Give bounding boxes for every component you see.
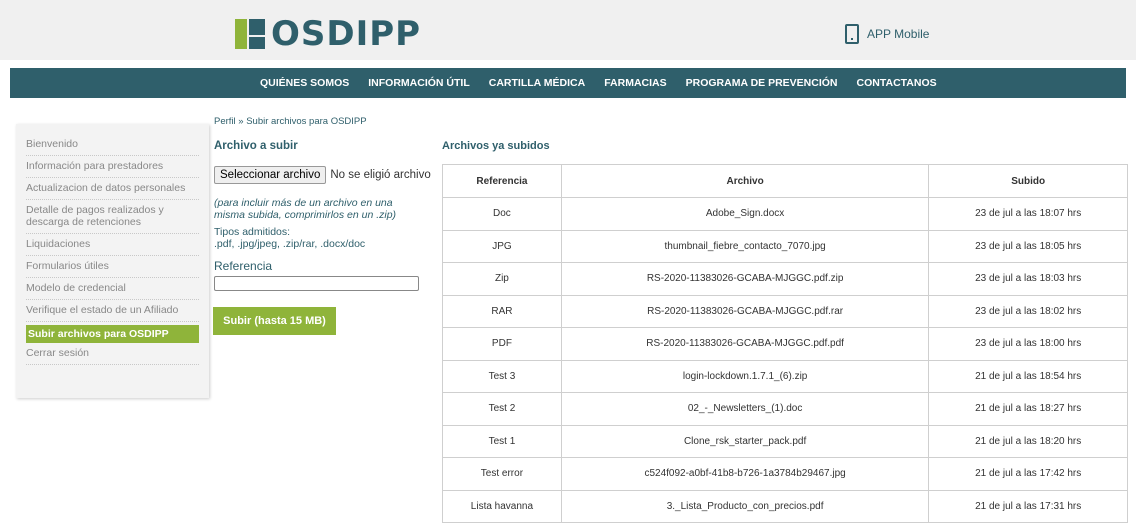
table-row: Test 2 02_-_Newsletters_(1).doc 21 de ju… <box>442 392 1128 426</box>
sidebar-item-cerrar-sesion[interactable]: Cerrar sesión <box>26 343 199 365</box>
sidebar-item-prestadores[interactable]: Información para prestadores <box>26 156 199 178</box>
types-list: .pdf, .jpg/jpeg, .zip/rar, .docx/doc <box>214 238 366 250</box>
table-row: Doc Adobe_Sign.docx 23 de jul a las 18:0… <box>442 197 1128 231</box>
cell-referencia: JPG <box>442 229 562 263</box>
upload-section-title: Archivo a subir <box>214 140 298 152</box>
reference-input[interactable] <box>214 276 419 291</box>
column-header-subido: Subido <box>928 164 1128 198</box>
nav-farmacias[interactable]: FARMACIAS <box>604 77 666 89</box>
cell-subido: 23 de jul a las 18:07 hrs <box>928 197 1128 231</box>
upload-submit-button[interactable]: Subir (hasta 15 MB) <box>213 307 336 335</box>
breadcrumb[interactable]: Perfil » Subir archivos para OSDIPP <box>214 116 367 127</box>
cell-subido: 21 de jul a las 18:54 hrs <box>928 359 1128 393</box>
cell-referencia: RAR <box>442 294 562 328</box>
cell-archivo[interactable]: 02_-_Newsletters_(1).doc <box>560 392 930 426</box>
cell-archivo[interactable]: RS-2020-11383026-GCABA-MJGGC.pdf.pdf <box>560 327 930 361</box>
cell-referencia: Doc <box>442 197 562 231</box>
table-row: PDF RS-2020-11383026-GCABA-MJGGC.pdf.pdf… <box>442 327 1128 361</box>
cell-archivo[interactable]: Clone_rsk_starter_pack.pdf <box>560 424 930 458</box>
uploaded-files-table: Referencia Archivo Subido Doc Adobe_Sign… <box>442 164 1128 523</box>
cell-referencia: Test 2 <box>442 392 562 426</box>
cell-subido: 23 de jul a las 18:03 hrs <box>928 262 1128 296</box>
column-header-archivo: Archivo <box>560 164 930 198</box>
table-header-row: Referencia Archivo Subido <box>442 164 1128 198</box>
cell-archivo[interactable]: RS-2020-11383026-GCABA-MJGGC.pdf.rar <box>560 294 930 328</box>
select-file-button[interactable]: Seleccionar archivo <box>214 166 327 184</box>
table-row: Zip RS-2020-11383026-GCABA-MJGGC.pdf.zip… <box>442 262 1128 296</box>
cell-subido: 23 de jul a las 18:02 hrs <box>928 294 1128 328</box>
nav-informacion-util[interactable]: INFORMACIÓN ÚTIL <box>368 77 470 89</box>
cell-subido: 21 de jul a las 17:42 hrs <box>928 457 1128 491</box>
column-header-referencia: Referencia <box>442 164 562 198</box>
sidebar-item-verificar-afiliado[interactable]: Verifique el estado de un Afiliado <box>26 300 199 322</box>
cell-referencia: Test error <box>442 457 562 491</box>
cell-referencia: Test 1 <box>442 424 562 458</box>
cell-archivo[interactable]: thumbnail_fiebre_contacto_7070.jpg <box>560 229 930 263</box>
logo[interactable]: OSDIPP <box>235 14 422 54</box>
table-row: RAR RS-2020-11383026-GCABA-MJGGC.pdf.rar… <box>442 294 1128 328</box>
phone-icon <box>845 24 859 44</box>
uploaded-files-title: Archivos ya subidos <box>442 140 550 152</box>
table-row: JPG thumbnail_fiebre_contacto_7070.jpg 2… <box>442 229 1128 263</box>
sidebar-item-subir-archivos[interactable]: Subir archivos para OSDIPP <box>26 325 199 343</box>
logo-text: OSDIPP <box>271 14 422 54</box>
cell-archivo[interactable]: Adobe_Sign.docx <box>560 197 930 231</box>
table-row: Test error c524f092-a0bf-41b8-b726-1a378… <box>442 457 1128 491</box>
sidebar-item-liquidaciones[interactable]: Liquidaciones <box>26 234 199 256</box>
logo-mark-icon <box>235 19 265 49</box>
nav-contactanos[interactable]: CONTACTANOS <box>857 77 937 89</box>
cell-archivo[interactable]: 3._Lista_Producto_con_precios.pdf <box>560 489 930 523</box>
types-label: Tipos admitidos: <box>214 226 291 238</box>
sidebar-item-datos-personales[interactable]: Actualizacion de datos personales <box>26 178 199 200</box>
main-nav: QUIÉNES SOMOS INFORMACIÓN ÚTIL CARTILLA … <box>10 68 1126 98</box>
table-row: Test 1 Clone_rsk_starter_pack.pdf 21 de … <box>442 424 1128 458</box>
sidebar-item-formularios[interactable]: Formularios útiles <box>26 256 199 278</box>
cell-subido: 21 de jul a las 18:27 hrs <box>928 392 1128 426</box>
cell-archivo[interactable]: login-lockdown.1.7.1_(6).zip <box>560 359 930 393</box>
reference-label: Referencia <box>214 259 273 273</box>
cell-subido: 21 de jul a las 17:31 hrs <box>928 489 1128 523</box>
profile-sidebar: Bienvenido Información para prestadores … <box>16 124 209 398</box>
sidebar-item-bienvenido[interactable]: Bienvenido <box>26 134 199 156</box>
cell-archivo[interactable]: c524f092-a0bf-41b8-b726-1a3784b29467.jpg <box>560 457 930 491</box>
cell-referencia: Zip <box>442 262 562 296</box>
cell-referencia: PDF <box>442 327 562 361</box>
site-header: OSDIPP APP Mobile <box>0 0 1136 60</box>
cell-referencia: Test 3 <box>442 359 562 393</box>
cell-subido: 23 de jul a las 18:05 hrs <box>928 229 1128 263</box>
cell-archivo[interactable]: RS-2020-11383026-GCABA-MJGGC.pdf.zip <box>560 262 930 296</box>
nav-quienes-somos[interactable]: QUIÉNES SOMOS <box>260 77 349 89</box>
table-row: Lista havanna 3._Lista_Producto_con_prec… <box>442 489 1128 523</box>
file-picker: Seleccionar archivo No se eligió archivo <box>214 166 431 184</box>
sidebar-item-credencial[interactable]: Modelo de credencial <box>26 278 199 300</box>
no-file-label: No se eligió archivo <box>330 169 431 181</box>
cell-subido: 23 de jul a las 18:00 hrs <box>928 327 1128 361</box>
upload-hint: (para incluir más de un archivo en una m… <box>214 197 397 221</box>
app-mobile-link[interactable]: APP Mobile <box>845 24 929 44</box>
nav-cartilla-medica[interactable]: CARTILLA MÉDICA <box>489 77 585 89</box>
sidebar-item-pagos[interactable]: Detalle de pagos realizados y descarga d… <box>26 200 199 234</box>
cell-subido: 21 de jul a las 18:20 hrs <box>928 424 1128 458</box>
nav-programa-prevencion[interactable]: PROGRAMA DE PREVENCIÓN <box>686 77 838 89</box>
app-mobile-label: APP Mobile <box>867 27 930 41</box>
cell-referencia: Lista havanna <box>442 489 562 523</box>
table-row: Test 3 login-lockdown.1.7.1_(6).zip 21 d… <box>442 359 1128 393</box>
